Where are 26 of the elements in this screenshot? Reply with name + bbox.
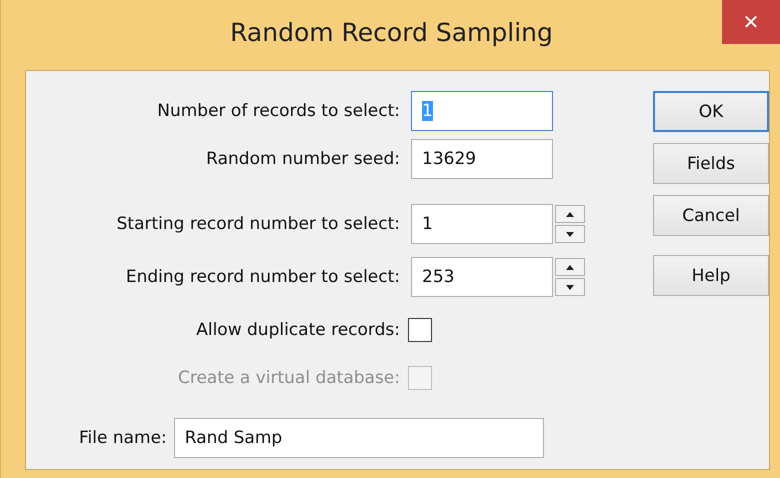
field-label: Random number seed: bbox=[205, 149, 400, 169]
close-button[interactable]: ✕ bbox=[722, 0, 780, 44]
input-field[interactable]: 13629 bbox=[411, 139, 553, 179]
down-arrow-icon bbox=[566, 284, 574, 290]
dialog-button[interactable]: Help bbox=[653, 255, 769, 296]
field-label: Number of records to select: bbox=[156, 101, 400, 121]
up-arrow-icon bbox=[566, 264, 574, 270]
field-label: Ending record number to select: bbox=[124, 267, 400, 287]
up-arrow-icon bbox=[566, 212, 574, 216]
dialog-button[interactable]: Fields bbox=[653, 143, 769, 184]
field-label: File name: bbox=[79, 428, 167, 448]
window-title: Random Record Sampling bbox=[230, 18, 553, 47]
spin-up-button[interactable] bbox=[555, 258, 585, 276]
input-field[interactable]: Rand Samp bbox=[174, 418, 544, 458]
checkbox[interactable] bbox=[408, 318, 432, 342]
input-field[interactable]: 1 bbox=[411, 204, 553, 244]
dialog-button[interactable]: Cancel bbox=[653, 195, 769, 236]
field-label: Starting record number to select: bbox=[116, 214, 400, 234]
checkbox-label: Allow duplicate records: bbox=[195, 320, 400, 340]
down-arrow-icon bbox=[566, 232, 574, 236]
dialog-button[interactable]: OK bbox=[653, 91, 769, 132]
checkbox-label: Create a virtual database: bbox=[176, 368, 400, 388]
spin-down-button[interactable] bbox=[555, 278, 585, 296]
spin-up-button[interactable] bbox=[555, 205, 585, 223]
input-field[interactable]: 253 bbox=[411, 257, 553, 297]
spin-down-button[interactable] bbox=[555, 225, 585, 243]
